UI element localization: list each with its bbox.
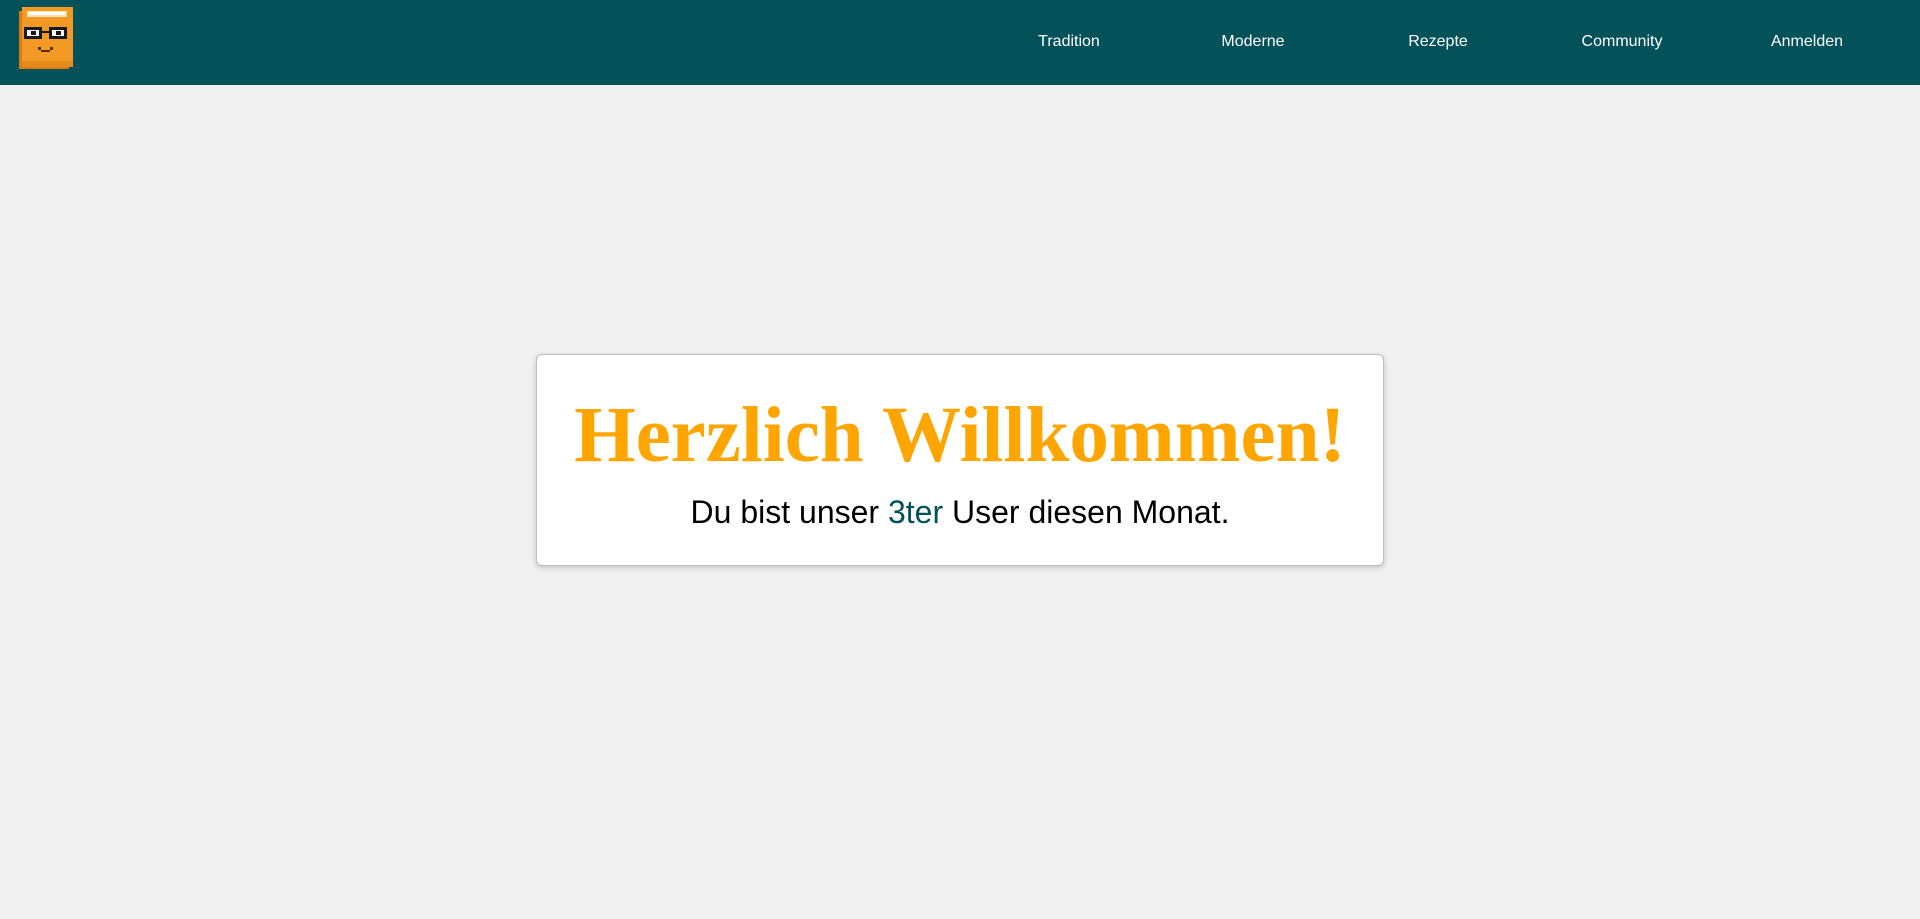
nav-item-community[interactable]: Community — [1552, 31, 1692, 53]
nav-item-rezepte[interactable]: Rezepte — [1368, 31, 1508, 53]
welcome-card: Herzlich Willkommen! Du bist unser 3ter … — [536, 354, 1384, 566]
welcome-message-prefix: Du bist unser — [690, 494, 880, 530]
top-navigation-bar: Tradition Moderne Rezepte Community Anme… — [0, 0, 1920, 85]
nav-item-tradition[interactable]: Tradition — [999, 31, 1139, 53]
nav-item-anmelden[interactable]: Anmelden — [1737, 31, 1877, 53]
nav-item-moderne[interactable]: Moderne — [1183, 31, 1323, 53]
main-nav: Tradition Moderne Rezepte Community Anme… — [0, 0, 1920, 85]
welcome-message: Du bist unser 3ter User diesen Monat. — [537, 493, 1383, 531]
user-rank: 3ter — [887, 494, 944, 530]
welcome-message-suffix: User diesen Monat. — [951, 494, 1230, 530]
welcome-title: Herzlich Willkommen! — [574, 392, 1346, 479]
